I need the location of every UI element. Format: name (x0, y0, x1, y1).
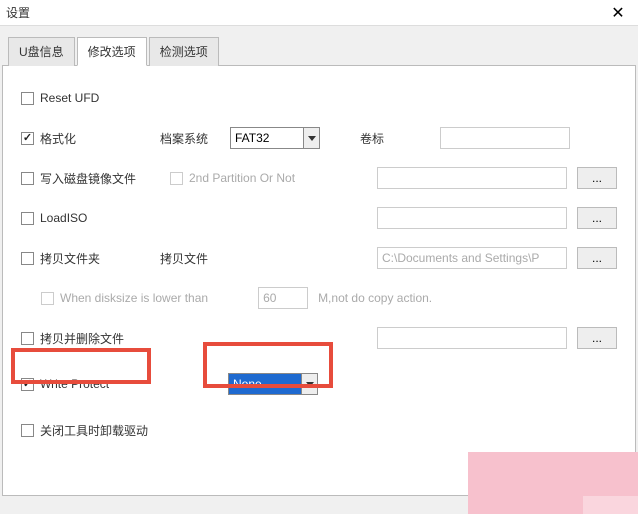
input-image-path[interactable] (377, 167, 567, 189)
input-volume-label[interactable] (440, 127, 570, 149)
checkbox-disksize (41, 292, 54, 305)
label-copy-file: 拷贝文件 (160, 250, 220, 267)
close-button[interactable]: ✕ (598, 0, 638, 26)
checkbox-load-iso[interactable] (21, 212, 34, 225)
input-iso-path[interactable] (377, 207, 567, 229)
row-copy-folder: 拷贝文件夹 拷贝文件 C:\Documents and Settings\P .… (21, 246, 617, 270)
row-load-iso: LoadISO ... (21, 206, 617, 230)
row-reset-ufd: Reset UFD (21, 86, 617, 110)
label-write-protect: Write Protect (40, 377, 150, 391)
label-filesystem: 档案系统 (160, 130, 220, 147)
watermark-overlay (468, 452, 638, 514)
input-copy-folder-path[interactable]: C:\Documents and Settings\P (377, 247, 567, 269)
label-unload-driver: 关闭工具时卸载驱动 (40, 422, 190, 439)
checkbox-2nd-partition (170, 172, 183, 185)
label-volume: 卷标 (360, 130, 420, 147)
checkbox-format[interactable] (21, 132, 34, 145)
row-write-protect: Write Protect None (21, 372, 617, 396)
options-panel: Reset UFD 格式化 档案系统 FAT32 卷标 写入磁盘镜像文件 2nd… (2, 66, 636, 496)
label-2nd-partition: 2nd Partition Or Not (189, 171, 295, 185)
browse-copy-folder-button[interactable]: ... (577, 247, 617, 269)
tab-usb-info[interactable]: U盘信息 (8, 37, 75, 66)
row-disksize: When disksize is lower than 60 M,not do … (41, 286, 617, 310)
chevron-down-icon (303, 128, 319, 148)
select-write-protect[interactable]: None (228, 373, 318, 395)
titlebar: 设置 ✕ (0, 0, 638, 26)
browse-iso-button[interactable]: ... (577, 207, 617, 229)
tab-detect-options[interactable]: 检测选项 (149, 37, 219, 66)
input-disksize[interactable]: 60 (258, 287, 308, 309)
row-write-image: 写入磁盘镜像文件 2nd Partition Or Not ... (21, 166, 617, 190)
tab-bar: U盘信息 修改选项 检测选项 (2, 36, 636, 66)
tab-modify-options[interactable]: 修改选项 (77, 37, 147, 66)
input-copy-delete-path[interactable] (377, 327, 567, 349)
label-copy-folder: 拷贝文件夹 (40, 250, 150, 267)
browse-copy-delete-button[interactable]: ... (577, 327, 617, 349)
label-copy-delete: 拷贝并删除文件 (40, 330, 150, 347)
watermark-inner (583, 496, 638, 514)
label-write-image: 写入磁盘镜像文件 (40, 170, 170, 187)
checkbox-copy-delete[interactable] (21, 332, 34, 345)
browse-image-button[interactable]: ... (577, 167, 617, 189)
chevron-down-icon (301, 374, 317, 394)
label-reset-ufd: Reset UFD (40, 91, 150, 105)
checkbox-write-protect[interactable] (21, 378, 34, 391)
row-copy-delete: 拷贝并删除文件 ... (21, 326, 617, 350)
label-disksize: When disksize is lower than (60, 291, 208, 305)
row-format: 格式化 档案系统 FAT32 卷标 (21, 126, 617, 150)
label-load-iso: LoadISO (40, 211, 150, 225)
window-title: 设置 (6, 4, 30, 21)
checkbox-write-image[interactable] (21, 172, 34, 185)
checkbox-copy-folder[interactable] (21, 252, 34, 265)
label-disksize-suffix: M,not do copy action. (318, 291, 432, 305)
checkbox-reset-ufd[interactable] (21, 92, 34, 105)
checkbox-unload-driver[interactable] (21, 424, 34, 437)
row-unload-driver: 关闭工具时卸载驱动 (21, 418, 617, 442)
select-filesystem[interactable]: FAT32 (230, 127, 320, 149)
content-area: U盘信息 修改选项 检测选项 Reset UFD 格式化 档案系统 FAT32 … (0, 26, 638, 496)
label-format: 格式化 (40, 130, 150, 147)
